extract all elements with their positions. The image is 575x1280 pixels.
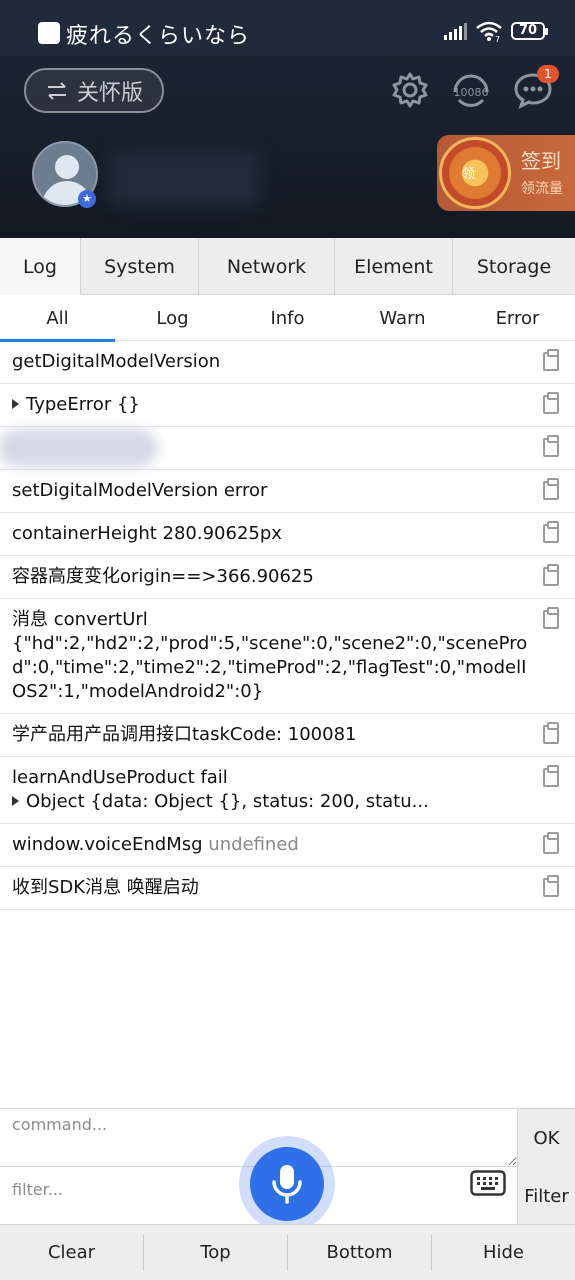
log-text: learnAndUseProduct fail: [12, 767, 228, 788]
subtab-warn[interactable]: Warn: [345, 295, 460, 341]
bottom-button[interactable]: Bottom: [288, 1234, 432, 1271]
log-json: {"hd":2,"hd2":2,"prod":5,"scene":0,"scen…: [12, 633, 528, 702]
tab-element[interactable]: Element: [335, 238, 453, 295]
log-row: learnAndUseProduct fail Object {data: Ob…: [0, 757, 575, 824]
copy-icon[interactable]: [543, 392, 559, 414]
log-text: setDigitalModelVersion error: [12, 480, 268, 501]
log-text: TypeError {}: [26, 394, 140, 415]
log-list: getDigitalModelVersion TypeError {} setD…: [0, 341, 575, 910]
star-icon: ★: [78, 190, 96, 208]
log-text: getDigitalModelVersion: [12, 351, 221, 372]
redacted-log-blurred: [0, 429, 158, 467]
log-text: containerHeight 280.90625px: [12, 523, 282, 544]
copy-icon[interactable]: [543, 349, 559, 371]
switch-icon: [47, 81, 66, 100]
status-icons: 7 70: [444, 20, 548, 42]
sign-in-title: 签到: [521, 149, 561, 173]
log-row: window.voiceEndMsg undefined: [0, 824, 575, 867]
log-text: 消息 convertUrl: [12, 609, 148, 630]
notification-icon: [38, 22, 60, 44]
log-row: 消息 convertUrl {"hd":2,"hd2":2,"prod":5,"…: [0, 599, 575, 714]
care-mode-label: 关怀版: [76, 80, 143, 106]
status-title: 疲れるくらいなら: [66, 24, 251, 49]
expand-caret-icon[interactable]: [12, 796, 19, 806]
log-row: 学产品用产品调用接口taskCode: 100081: [0, 714, 575, 757]
wheel-label: 领: [462, 167, 476, 182]
tab-system[interactable]: System: [81, 238, 199, 295]
subtab-all[interactable]: All: [0, 295, 115, 342]
keyboard-icon[interactable]: [470, 1170, 506, 1198]
console-footer: Clear Top Bottom Hide: [0, 1224, 575, 1280]
tab-log[interactable]: Log: [0, 238, 81, 295]
care-mode-button[interactable]: 关怀版: [24, 68, 164, 113]
copy-icon[interactable]: [543, 722, 559, 744]
copy-icon[interactable]: [543, 478, 559, 500]
copy-icon[interactable]: [543, 765, 559, 787]
gear-icon[interactable]: [390, 70, 430, 110]
clear-button[interactable]: Clear: [0, 1234, 144, 1271]
service-number: 10086: [454, 86, 489, 99]
voice-input-button[interactable]: [239, 1136, 335, 1232]
user-name-blurred: [110, 150, 260, 206]
log-row[interactable]: TypeError {}: [0, 384, 575, 427]
ok-button[interactable]: OK: [517, 1109, 575, 1167]
hide-button[interactable]: Hide: [432, 1235, 575, 1271]
console-tabbar: Log System Network Element Storage: [0, 238, 575, 295]
copy-icon[interactable]: [543, 607, 559, 629]
customer-service-icon[interactable]: 10086: [451, 70, 491, 110]
copy-icon[interactable]: [543, 832, 559, 854]
log-text: 学产品用产品调用接口taskCode: 100081: [12, 724, 357, 745]
tab-network[interactable]: Network: [199, 238, 335, 295]
log-row: 容器高度变化origin==>366.90625: [0, 556, 575, 599]
log-object[interactable]: Object {data: Object {}, status: 200, st…: [12, 790, 529, 814]
log-row: setDigitalModelVersion error: [0, 470, 575, 513]
log-value-muted: undefined: [208, 834, 299, 855]
log-object-text: Object {data: Object {}, status: 200, st…: [26, 791, 429, 812]
log-level-tabs: All Log Info Warn Error: [0, 295, 575, 342]
message-badge: 1: [537, 65, 559, 83]
copy-icon[interactable]: [543, 564, 559, 586]
log-text: 容器高度变化origin==>366.90625: [12, 566, 314, 587]
log-row: [0, 427, 575, 470]
wifi-icon: 7: [476, 21, 502, 42]
log-row: 收到SDK消息 唤醒启动: [0, 867, 575, 910]
log-row: getDigitalModelVersion: [0, 341, 575, 384]
log-text: 收到SDK消息 唤醒启动: [12, 877, 199, 898]
subtab-info[interactable]: Info: [230, 295, 345, 341]
copy-icon[interactable]: [543, 875, 559, 897]
mic-icon: [250, 1147, 324, 1221]
copy-icon[interactable]: [543, 435, 559, 457]
tab-storage[interactable]: Storage: [453, 238, 575, 295]
battery-icon: 70: [511, 22, 548, 40]
log-text: window.voiceEndMsg: [12, 834, 203, 855]
expand-caret-icon[interactable]: [12, 399, 19, 409]
top-button[interactable]: Top: [144, 1234, 288, 1271]
status-bar: 疲れるくらいなら 7 70: [0, 0, 575, 56]
copy-icon[interactable]: [543, 521, 559, 543]
wifi-label: 7: [495, 35, 500, 42]
signal-icon: [444, 22, 467, 40]
sign-in-sub: 领流量: [521, 181, 563, 197]
subtab-error[interactable]: Error: [460, 295, 575, 341]
filter-button[interactable]: Filter: [517, 1167, 575, 1225]
log-row: containerHeight 280.90625px: [0, 513, 575, 556]
app-header: 疲れるくらいなら 7 70 关怀版 10086 1 ★ 领 签到 领流量: [0, 0, 575, 238]
subtab-log[interactable]: Log: [115, 295, 230, 341]
